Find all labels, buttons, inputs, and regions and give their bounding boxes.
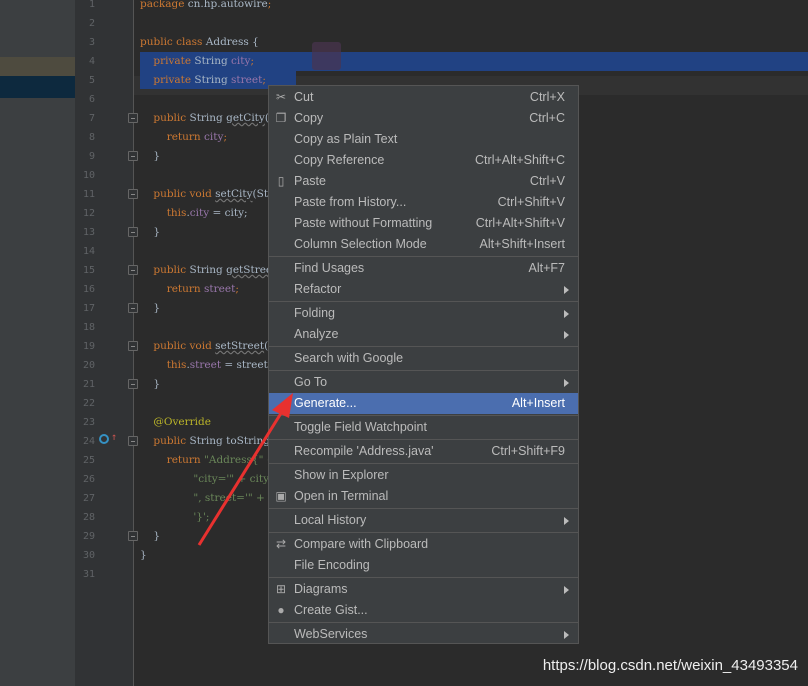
watermark: https://blog.csdn.net/weixin_43493354 bbox=[542, 657, 798, 674]
annotation-arrow bbox=[197, 393, 293, 546]
